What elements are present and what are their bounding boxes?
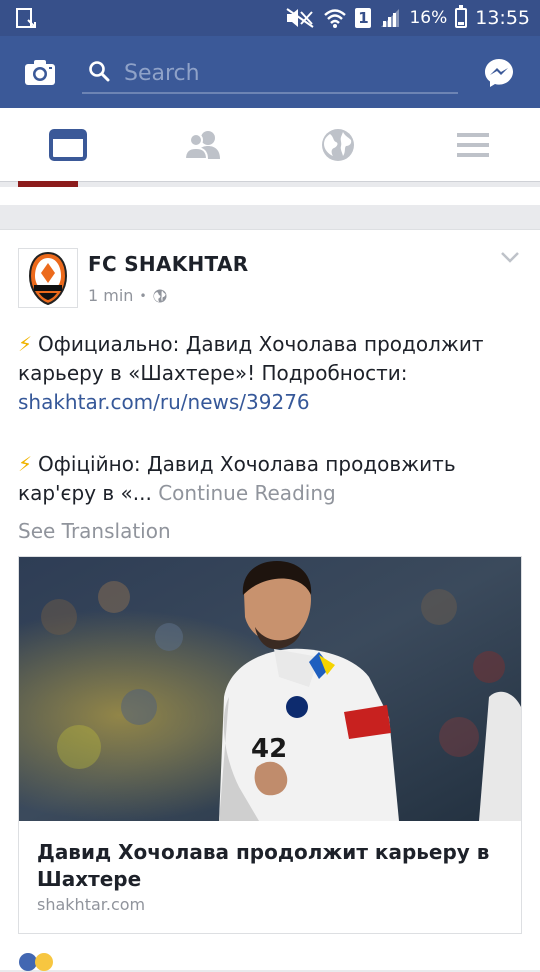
post-paragraph-ru: ⚡ Официально: Давид Хочолава продолжит ка… bbox=[18, 330, 508, 417]
menu-icon bbox=[456, 132, 489, 157]
signal-icon bbox=[381, 9, 400, 27]
post-text-ru: Официально: Давид Хочолава продолжит кар… bbox=[18, 332, 484, 385]
app-header bbox=[0, 36, 540, 108]
link-preview-card[interactable]: 42 Давид Хочолава продолжит карьеру в Ша… bbox=[18, 556, 522, 934]
link-preview-title[interactable]: Давид Хочолава продолжит карьеру в Шахте… bbox=[37, 839, 497, 893]
public-globe-icon bbox=[153, 289, 167, 302]
svg-text:42: 42 bbox=[251, 734, 287, 764]
globe-icon bbox=[321, 128, 354, 161]
tab-news-feed[interactable] bbox=[0, 108, 135, 181]
clock: 13:55 bbox=[475, 7, 530, 29]
screenshot-notification-icon bbox=[16, 8, 36, 28]
mute-icon bbox=[286, 8, 315, 28]
see-translation-link[interactable]: See Translation bbox=[18, 519, 171, 543]
feed-top-spacer bbox=[0, 187, 540, 205]
lightning-icon: ⚡ bbox=[18, 452, 33, 476]
status-bar: 1 16% 13:55 bbox=[0, 0, 540, 36]
continue-reading-link[interactable]: Continue Reading bbox=[158, 481, 335, 505]
post-link[interactable]: shakhtar.com/ru/news/39276 bbox=[18, 390, 310, 414]
tab-notifications[interactable] bbox=[270, 108, 405, 181]
page-avatar[interactable] bbox=[18, 248, 78, 308]
battery-icon bbox=[455, 5, 468, 28]
camera-icon[interactable] bbox=[24, 58, 56, 86]
post-time[interactable]: 1 min bbox=[88, 286, 133, 305]
tab-menu[interactable] bbox=[405, 108, 540, 181]
news-feed-icon bbox=[48, 128, 87, 161]
tab-friends[interactable] bbox=[135, 108, 270, 181]
friends-icon bbox=[183, 130, 220, 160]
link-preview-domain: shakhtar.com bbox=[37, 895, 146, 914]
sim-slot-badge: 1 bbox=[355, 8, 372, 28]
football-player-photo: 42 bbox=[19, 557, 521, 821]
search-input[interactable] bbox=[122, 56, 446, 90]
messenger-icon[interactable] bbox=[484, 58, 514, 88]
chevron-down-icon[interactable] bbox=[500, 250, 520, 264]
reactions-summary-icon[interactable] bbox=[18, 952, 58, 972]
post-meta: 1 min • bbox=[88, 286, 167, 305]
search-icon bbox=[89, 61, 110, 82]
lightning-icon: ⚡ bbox=[18, 332, 33, 356]
search-bar[interactable] bbox=[82, 54, 458, 94]
feed-post: FC SHAKHTAR 1 min • ⚡ Официально: Давид Х… bbox=[0, 229, 540, 972]
post-paragraph-ua: ⚡ Офіційно: Давид Хочолава продовжить кар… bbox=[18, 450, 508, 508]
page-name[interactable]: FC SHAKHTAR bbox=[88, 252, 248, 276]
link-preview-image[interactable]: 42 bbox=[19, 557, 521, 821]
meta-separator: • bbox=[139, 288, 147, 303]
wifi-icon bbox=[324, 9, 347, 28]
fc-shakhtar-logo bbox=[28, 251, 68, 306]
tab-bar bbox=[0, 108, 540, 182]
battery-percent: 16% bbox=[409, 8, 448, 28]
